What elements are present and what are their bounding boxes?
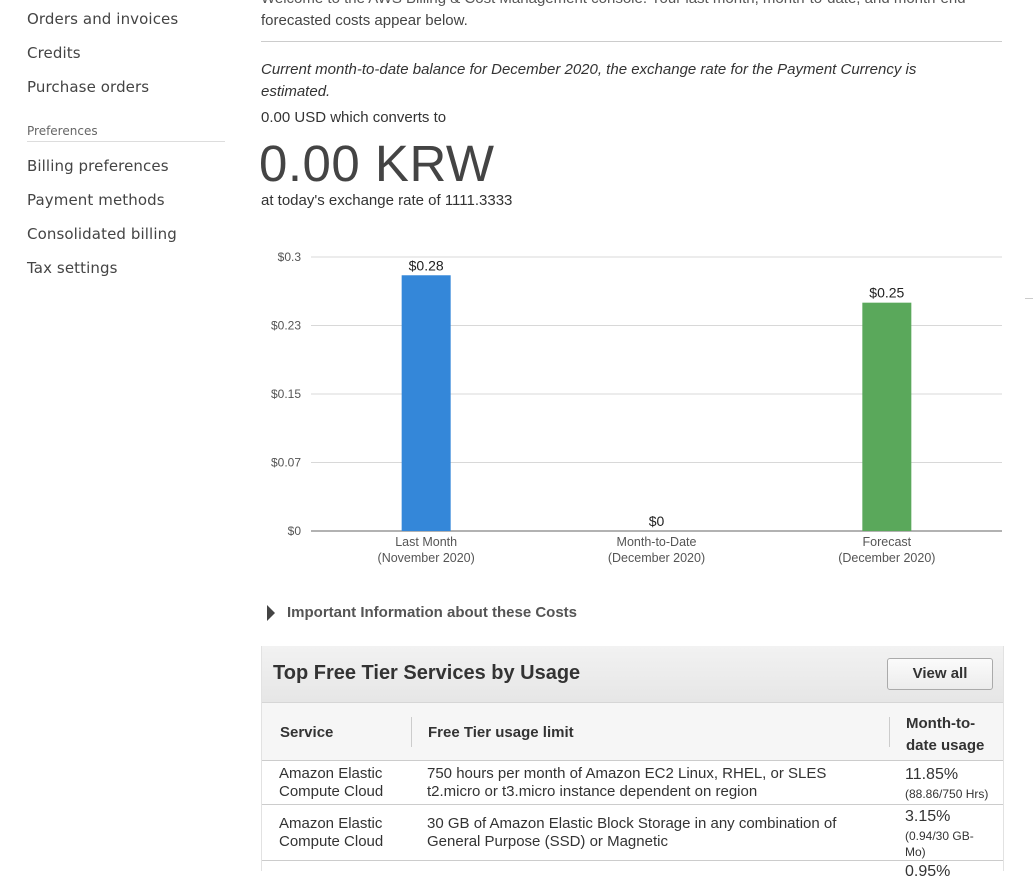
row-limit: 30 GB of Amazon Elastic Block Storage in…: [427, 815, 836, 851]
x-tick-label: (December 2020): [838, 551, 935, 565]
column-header-usage-line-1: Month-to-: [906, 715, 976, 732]
free-tier-table-header: Service Free Tier usage limit Month-to- …: [262, 703, 1003, 761]
y-tick-label: $0.15: [271, 387, 301, 401]
important-info-toggle[interactable]: Important Information about these Costs: [267, 604, 577, 621]
row-limit-line-1: 750 hours per month of Amazon EC2 Linux,…: [427, 765, 827, 782]
intro-line-2: forecasted costs appear below.: [261, 12, 468, 29]
bar-value-label: $0.25: [869, 285, 904, 301]
sidebar-item-credits[interactable]: Credits: [27, 44, 81, 62]
row-usage-detail-line-2: Mo): [905, 845, 926, 859]
chart-edge-line: [1025, 298, 1033, 299]
sidebar-item-billing-preferences[interactable]: Billing preferences: [27, 157, 169, 175]
y-tick-label: $0.3: [278, 250, 302, 264]
sidebar-item-payment-methods[interactable]: Payment methods: [27, 191, 165, 209]
column-separator: [411, 717, 412, 747]
free-tier-header: Top Free Tier Services by Usage View all: [262, 646, 1003, 703]
column-header-service[interactable]: Service: [280, 724, 333, 741]
x-tick-label: (November 2020): [378, 551, 475, 565]
row-limit: 750 hours per month of Amazon EC2 Linux,…: [427, 765, 826, 801]
row-limit-line-1: 30 GB of Amazon Elastic Block Storage in…: [427, 815, 837, 832]
x-tick-label: (December 2020): [608, 551, 705, 565]
row-limit-line-2: General Purpose (SSD) or Magnetic: [427, 833, 668, 850]
view-all-button[interactable]: View all: [887, 658, 993, 690]
exchange-rate-text: at today's exchange rate of 1111.3333: [261, 192, 513, 209]
column-header-usage[interactable]: Month-to- date usage: [906, 713, 984, 757]
sidebar-item-consolidated-billing[interactable]: Consolidated billing: [27, 225, 177, 243]
row-usage-percent: 3.15%: [905, 808, 951, 825]
bar-value-label: $0: [649, 513, 665, 529]
partial-row-usage-percent: 0.95%: [905, 863, 951, 880]
row-usage-detail-line-1: (0.94/30 GB-: [905, 829, 974, 843]
row-service: Amazon Elastic Compute Cloud: [279, 765, 383, 801]
expand-triangle-icon: [267, 604, 275, 621]
column-header-limit[interactable]: Free Tier usage limit: [428, 724, 574, 741]
section-divider: [261, 41, 1002, 42]
bar-value-label: $0.28: [409, 257, 444, 273]
balance-note: Current month-to-date balance for Decemb…: [261, 61, 917, 100]
x-tick-label: Month-to-Date: [617, 535, 697, 549]
row-usage-detail: (88.86/750 Hrs): [905, 787, 989, 801]
important-info-label: Important Information about these Costs: [287, 604, 578, 621]
row-service-line-1: Amazon Elastic: [279, 765, 383, 782]
row-usage-detail: (0.94/30 GB- Mo): [905, 828, 995, 860]
column-separator: [889, 717, 890, 747]
intro-line-1: Welcome to the AWS Billing & Cost Manage…: [261, 0, 1001, 10]
y-tick-label: $0.23: [271, 319, 301, 333]
free-tier-panel: Top Free Tier Services by Usage View all…: [261, 646, 1004, 880]
row-service-line-2: Compute Cloud: [279, 783, 384, 800]
cost-chart: $0 $0.07 $0.15 $0.23 $0.3 $0.28 Last Month (Nov…: [261, 238, 1006, 578]
balance-amount: 0.00 KRW: [259, 135, 495, 192]
bar: [401, 275, 451, 531]
bar: [862, 302, 912, 531]
sidebar-item-orders-and-invoices[interactable]: Orders and invoices: [27, 10, 178, 28]
sidebar-section-preferences: Preferences: [27, 124, 225, 142]
cost-chart-svg: $0 $0.07 $0.15 $0.23 $0.3 $0.28 Last Month (Nov…: [271, 250, 1002, 565]
row-service: Amazon Elastic Compute Cloud: [279, 815, 383, 851]
intro-text: Welcome to the AWS Billing & Cost Manage…: [261, 0, 1001, 32]
sidebar-item-purchase-orders[interactable]: Purchase orders: [27, 78, 149, 96]
free-tier-title: Top Free Tier Services by Usage: [273, 662, 581, 684]
row-limit-line-2: t2.micro or t3.micro instance dependent …: [427, 783, 758, 800]
table-row: Amazon Elastic Compute Cloud 750 hours p…: [262, 761, 1003, 805]
table-row: Amazon Elastic Compute Cloud 30 GB of Am…: [262, 805, 1003, 861]
row-service-line-1: Amazon Elastic: [279, 815, 383, 832]
sidebar-item-tax-settings[interactable]: Tax settings: [27, 259, 118, 277]
sidebar: Orders and invoices Credits Purchase ord…: [0, 0, 240, 871]
y-tick-label: $0.07: [271, 456, 301, 470]
x-tick-label: Forecast: [863, 535, 912, 549]
column-header-usage-line-2: date usage: [906, 737, 985, 754]
converts-text: 0.00 USD which converts to: [261, 109, 447, 126]
x-tick-label: Last Month: [395, 535, 457, 549]
row-service-line-2: Compute Cloud: [279, 833, 384, 850]
row-usage-percent: 11.85%: [905, 766, 959, 783]
y-tick-label: $0: [288, 524, 302, 538]
